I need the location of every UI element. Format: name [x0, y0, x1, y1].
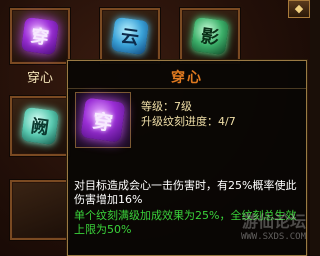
- tooltip-level: 等级：7级: [141, 100, 192, 113]
- engrave-slot-3[interactable]: 影: [180, 8, 240, 64]
- watermark-url: WWW.SXDS.COM: [240, 232, 306, 242]
- engrave-gem-icon: 云: [110, 16, 150, 56]
- engrave-gem-icon: 阙: [20, 106, 60, 146]
- engrave-slot-2[interactable]: 云: [100, 8, 160, 64]
- engrave-gem-icon: 影: [190, 16, 230, 56]
- diamond-icon: ◆: [294, 2, 304, 15]
- engrave-slot-1-label: 穿心: [26, 71, 53, 86]
- corner-button[interactable]: ◆: [288, 0, 310, 18]
- tooltip-icon-frame: 穿: [75, 92, 131, 148]
- tooltip-title: 穿心: [171, 70, 203, 86]
- tooltip-description: 对目标造成会心一击伤害时，有25%概率使此伤害增加16%: [74, 179, 297, 206]
- engrave-slot-5[interactable]: [10, 180, 70, 240]
- engrave-gem-icon: 穿: [80, 97, 126, 143]
- tooltip-divider: [68, 88, 306, 89]
- tooltip-engrave-progress: 升级纹刻进度：4/7: [141, 115, 236, 128]
- engrave-slot-4[interactable]: 阙: [10, 96, 70, 156]
- engrave-slot-1[interactable]: 穿: [10, 8, 70, 64]
- engrave-gem-icon: 穿: [20, 16, 60, 56]
- watermark-text: 游仙论坛: [241, 212, 306, 231]
